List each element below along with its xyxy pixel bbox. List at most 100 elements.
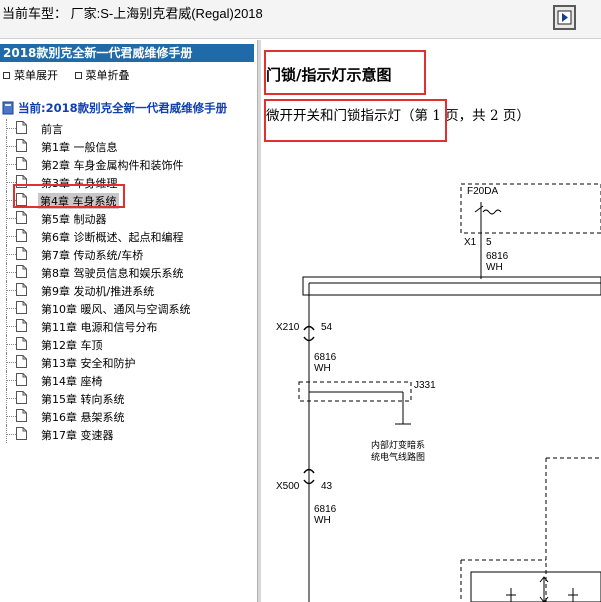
document-icon <box>16 355 27 368</box>
document-icon <box>16 211 27 224</box>
tree-item-label: 第3章 车身维理 <box>41 177 118 190</box>
x500-label: X500 <box>276 481 300 492</box>
tree-item-label: 第4章 车身系统 <box>38 193 119 209</box>
document-icon <box>16 265 27 278</box>
tree-item[interactable]: 第14章 座椅 <box>0 371 257 389</box>
tree-branch <box>7 218 16 219</box>
tree-branch <box>7 434 16 435</box>
tree-item[interactable]: 第15章 转向系统 <box>0 389 257 407</box>
collapse-menu-button[interactable]: 菜单折叠 <box>72 67 130 83</box>
j331-label: J331 <box>414 380 436 391</box>
tree-item[interactable]: 第4章 车身系统 <box>0 191 257 209</box>
bidirectional-arrow-icon <box>539 576 549 602</box>
tree-branch <box>7 308 16 309</box>
tree-item-label: 第8章 驾驶员信息和娱乐系统 <box>41 267 184 280</box>
wire-2-color: WH <box>314 363 331 374</box>
tree-item-label: 第13章 安全和防护 <box>41 357 136 370</box>
tree-item-label: 第16章 悬架系统 <box>41 411 125 424</box>
tree-item[interactable]: 前言 <box>0 119 257 137</box>
tree-branch <box>7 398 16 399</box>
tree-item[interactable]: 第2章 车身金属构件和装饰件 <box>0 155 257 173</box>
content-pane: 门锁/指示灯示意图 微开开关和门锁指示灯（第 1 页，共 2 页） F20DA … <box>261 40 601 602</box>
tree-item-label: 第7章 传动系统/车桥 <box>41 249 144 262</box>
tree-item[interactable]: 第10章 暖风、通风与空调系统 <box>0 299 257 317</box>
fuse-label: F20DA <box>467 186 498 197</box>
tree-branch <box>7 272 16 273</box>
tree-item[interactable]: 第7章 传动系统/车桥 <box>0 245 257 263</box>
expand-menu-label: 菜单展开 <box>14 69 58 82</box>
ref-line-1: 内部灯变暗系 <box>371 439 425 450</box>
tree-item[interactable]: 第11章 电源和信号分布 <box>0 317 257 335</box>
document-icon <box>16 319 27 332</box>
x1-pin: 5 <box>486 237 492 248</box>
document-icon <box>16 283 27 296</box>
splice-bus <box>302 276 601 296</box>
collapse-menu-label: 菜单折叠 <box>85 69 130 82</box>
tree-item-label: 前言 <box>41 123 63 136</box>
tree-item[interactable]: 第5章 制动器 <box>0 209 257 227</box>
manual-tree-pane: 2018款别克全新一代君威维修手册 菜单展开 菜单折叠 当前:2018款别克全新… <box>0 40 257 602</box>
document-icon <box>16 229 27 242</box>
document-icon <box>16 193 27 206</box>
tree-branch <box>7 236 16 237</box>
collapse-icon <box>74 71 82 79</box>
wire-1-color: WH <box>486 262 503 273</box>
top-bar: 当前车型： 厂家:S-上海别克君威(Regal)2018 <box>0 0 601 39</box>
menu-toolbar: 菜单展开 菜单折叠 <box>0 67 140 83</box>
manual-title: 2018款别克全新一代君威维修手册 <box>0 44 254 62</box>
navigate-button[interactable] <box>553 5 576 30</box>
document-icon <box>16 139 27 152</box>
tree-branch <box>7 344 16 345</box>
document-icon <box>16 121 27 134</box>
tree-item[interactable]: 第1章 一般信息 <box>0 137 257 155</box>
tree-item[interactable]: 第12章 车顶 <box>0 335 257 353</box>
tree-item[interactable]: 第13章 安全和防护 <box>0 353 257 371</box>
tree-branch <box>7 362 16 363</box>
tree-item-label: 第14章 座椅 <box>41 375 103 388</box>
expand-menu-button[interactable]: 菜单展开 <box>0 67 58 83</box>
tree-item-label: 第5章 制动器 <box>41 213 107 226</box>
current-manual[interactable]: 当前:2018款别克全新一代君威维修手册 <box>2 100 227 116</box>
tree-branch <box>7 254 16 255</box>
car-model-label: 当前车型： 厂家:S-上海别克君威(Regal)2018 <box>2 6 263 21</box>
tree-item-label: 第6章 诊断概述、起点和编程 <box>41 231 184 244</box>
tree-branch <box>7 380 16 381</box>
tree-branch <box>7 182 16 183</box>
wire-3-color: WH <box>314 515 331 526</box>
tree-item-label: 第10章 暖风、通风与空调系统 <box>41 303 191 316</box>
x210-pin: 54 <box>321 322 333 333</box>
tree-item-label: 第2章 车身金属构件和装饰件 <box>41 159 184 172</box>
tree-branch <box>7 164 16 165</box>
tree-item-label: 第15章 转向系统 <box>41 393 125 406</box>
tree-item[interactable]: 第17章 变速器 <box>0 425 257 443</box>
tree-item-label: 第11章 电源和信号分布 <box>41 321 158 334</box>
document-icon <box>16 427 27 440</box>
wire-3-code: 6816 <box>314 504 337 515</box>
wiring-diagram: F20DA X1 5 6816 WH X210 54 6816 WH J331 … <box>276 183 601 602</box>
tree-item[interactable]: 第6章 诊断概述、起点和编程 <box>0 227 257 245</box>
current-manual-label: 当前:2018款别克全新一代君威维修手册 <box>18 101 228 115</box>
ref-line-2: 统电气线路图 <box>371 451 425 462</box>
tree-item-label: 第9章 发动机/推进系统 <box>41 285 155 298</box>
document-icon <box>16 157 27 170</box>
book-icon <box>2 101 14 115</box>
document-icon <box>16 409 27 422</box>
tree-branch <box>7 326 16 327</box>
tree-branch <box>7 290 16 291</box>
x210-label: X210 <box>276 322 300 333</box>
document-icon <box>16 301 27 314</box>
x500-pin: 43 <box>321 481 333 492</box>
module-inner-box <box>470 571 601 602</box>
chapter-tree: 前言第1章 一般信息第2章 车身金属构件和装饰件 第3章 车身维理 第4章 车身系统… <box>0 119 257 443</box>
tree-item[interactable]: 第9章 发动机/推进系统 <box>0 281 257 299</box>
tree-item-label: 第1章 一般信息 <box>41 141 118 154</box>
tree-branch <box>7 128 16 129</box>
document-icon <box>16 373 27 386</box>
fuse-icon <box>474 205 502 215</box>
switch-symbol-2-icon <box>568 588 578 602</box>
tree-item[interactable]: 第16章 悬架系统 <box>0 407 257 425</box>
switch-symbol-1-icon <box>506 588 516 602</box>
tree-item[interactable]: 第8章 驾驶员信息和娱乐系统 <box>0 263 257 281</box>
tree-item[interactable]: 第3章 车身维理 <box>0 173 257 191</box>
expand-icon <box>3 71 10 79</box>
